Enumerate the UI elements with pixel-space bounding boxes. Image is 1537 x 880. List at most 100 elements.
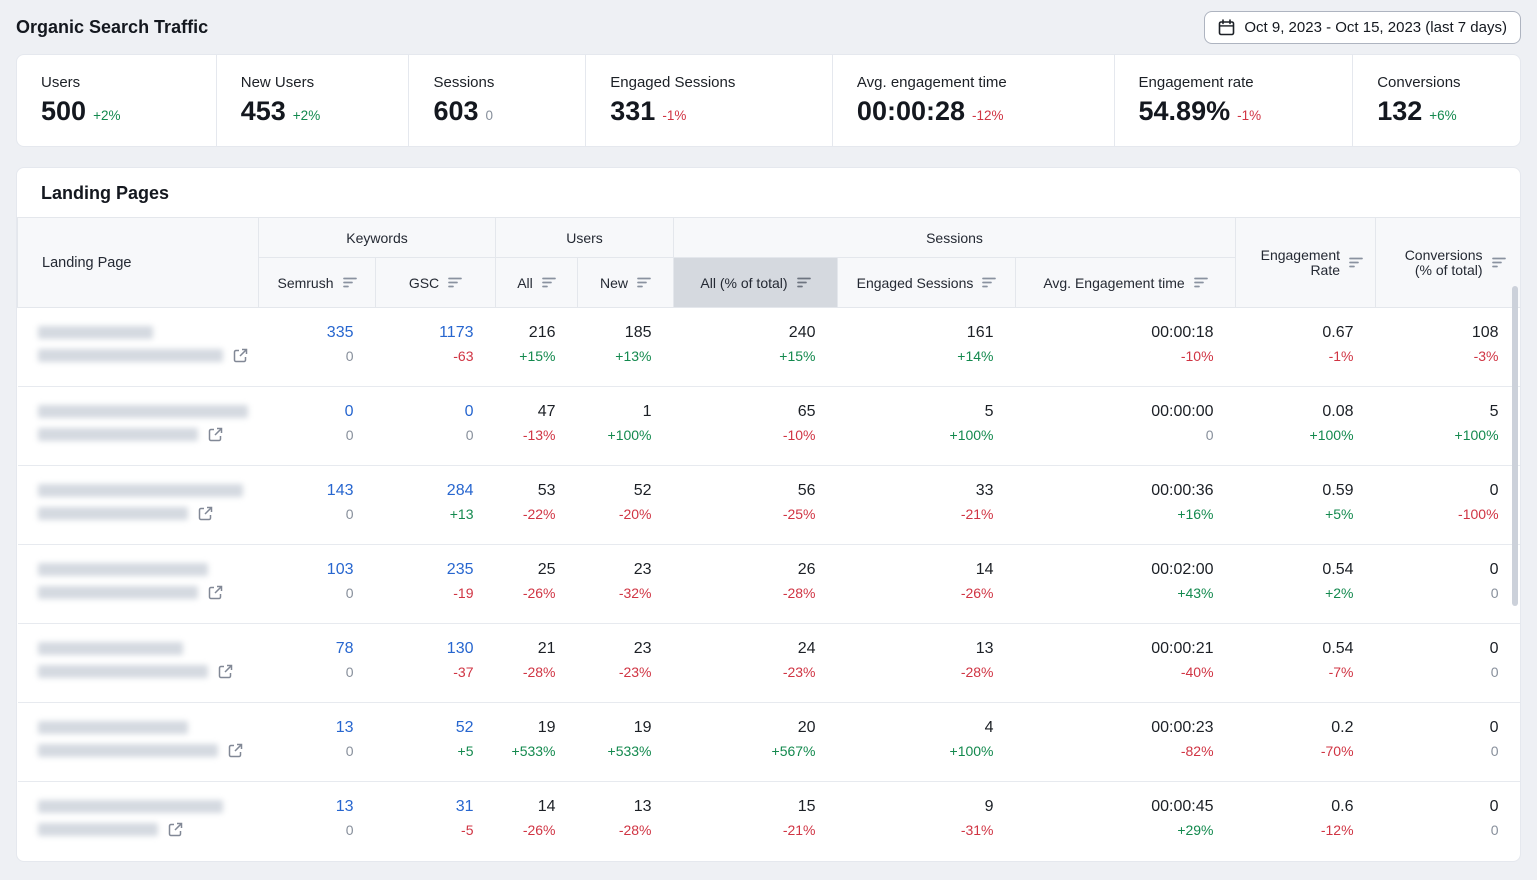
column-header-users-new[interactable]: New [578, 258, 674, 308]
redacted-landing-page-text [38, 563, 208, 576]
cell-all: 216+15% [496, 308, 578, 387]
cell-delta: +43% [1022, 582, 1214, 604]
column-header-engaged-sessions[interactable]: Engaged Sessions [838, 258, 1016, 308]
cell-all-of-total: 56-25% [674, 466, 838, 545]
cell-value: 0.08 [1242, 400, 1354, 424]
cell-delta: -12% [1242, 819, 1354, 841]
external-link-icon[interactable] [233, 348, 248, 363]
cell-value: 26 [680, 558, 816, 582]
cell-engagement-rate: 0.2-70% [1236, 703, 1376, 782]
column-header-gsc[interactable]: GSC [376, 258, 496, 308]
metric-avg-engagement-time: Avg. engagement time00:00:28-12% [832, 55, 1114, 146]
cell-value[interactable]: 13 [265, 795, 354, 819]
top-bar: Organic Search Traffic Oct 9, 2023 - Oct… [16, 0, 1521, 54]
cell-engagement-rate: 0.59+5% [1236, 466, 1376, 545]
cell-value[interactable]: 0 [265, 400, 354, 424]
cell-value[interactable]: 103 [265, 558, 354, 582]
cell-delta: -10% [680, 424, 816, 446]
cell-new: 1+100% [578, 387, 674, 466]
metric-conversions: Conversions132+6% [1352, 55, 1520, 146]
cell-value[interactable]: 130 [382, 637, 474, 661]
cell-delta: -13% [502, 424, 556, 446]
external-link-icon[interactable] [228, 743, 243, 758]
cell-semrush: 1030 [259, 545, 376, 624]
landing-pages-table: Landing Page Keywords Users Sessions Eng… [17, 217, 1521, 861]
cell-gsc: 235-19 [376, 545, 496, 624]
cell-gsc: 1173-63 [376, 308, 496, 387]
cell-value[interactable]: 235 [382, 558, 474, 582]
cell-delta: -26% [502, 582, 556, 604]
cell-value: 56 [680, 479, 816, 503]
cell-value: 240 [680, 321, 816, 345]
cell-value[interactable]: 284 [382, 479, 474, 503]
cell-value[interactable]: 143 [265, 479, 354, 503]
cell-value[interactable]: 78 [265, 637, 354, 661]
cell-delta: +100% [584, 424, 652, 446]
cell-value: 0.54 [1242, 637, 1354, 661]
cell-value[interactable]: 31 [382, 795, 474, 819]
cell-value: 19 [502, 716, 556, 740]
cell-all: 19+533% [496, 703, 578, 782]
cell-value[interactable]: 13 [265, 716, 354, 740]
cell-value: 52 [584, 479, 652, 503]
external-link-icon[interactable] [208, 585, 223, 600]
cell-delta: 0 [265, 424, 354, 446]
cell-value[interactable]: 0 [382, 400, 474, 424]
column-header-avg-engagement-time[interactable]: Avg. Engagement time [1016, 258, 1236, 308]
cell-value: 9 [844, 795, 994, 819]
cell-value: 0 [1382, 795, 1499, 819]
cell-value: 216 [502, 321, 556, 345]
cell-delta: -26% [844, 582, 994, 604]
cell-all: 47-13% [496, 387, 578, 466]
cell-value: 0.54 [1242, 558, 1354, 582]
cell-delta: -82% [1022, 740, 1214, 762]
cell-delta: 0 [265, 740, 354, 762]
cell-value: 00:00:23 [1022, 716, 1214, 740]
redacted-landing-page-text [38, 428, 198, 441]
vertical-scrollbar[interactable] [1512, 286, 1518, 858]
cell-delta: +29% [1022, 819, 1214, 841]
sort-icon [1492, 257, 1506, 268]
column-header-semrush[interactable]: Semrush [259, 258, 376, 308]
column-header-engagement-rate[interactable]: Engagement Rate [1236, 218, 1376, 308]
column-header-conversions[interactable]: Conversions (% of total) [1376, 218, 1521, 308]
external-link-icon[interactable] [208, 427, 223, 442]
sort-icon [542, 277, 556, 288]
metric-delta: 0 [486, 108, 494, 123]
cell-new: 52-20% [578, 466, 674, 545]
column-header-sessions-all-percent[interactable]: All (% of total) [674, 258, 838, 308]
cell-delta: +5% [1242, 503, 1354, 525]
cell-value[interactable]: 52 [382, 716, 474, 740]
metric-delta: -1% [1237, 108, 1261, 123]
external-link-icon[interactable] [168, 822, 183, 837]
column-header-users-all[interactable]: All [496, 258, 578, 308]
cell-value[interactable]: 335 [265, 321, 354, 345]
redacted-landing-page-text [38, 800, 223, 813]
cell-value: 4 [844, 716, 994, 740]
cell-delta: +100% [844, 424, 994, 446]
cell-avg-engagement-time: 00:00:45+29% [1016, 782, 1236, 861]
cell-delta: -31% [844, 819, 994, 841]
cell-value: 161 [844, 321, 994, 345]
cell-value[interactable]: 1173 [382, 321, 474, 345]
cell-value: 185 [584, 321, 652, 345]
external-link-icon[interactable] [218, 664, 233, 679]
cell-semrush: 1430 [259, 466, 376, 545]
cell-delta: -28% [680, 582, 816, 604]
cell-value: 5 [1382, 400, 1499, 424]
external-link-icon[interactable] [198, 506, 213, 521]
cell-delta: -21% [680, 819, 816, 841]
cell-avg-engagement-time: 00:00:36+16% [1016, 466, 1236, 545]
cell-value: 33 [844, 479, 994, 503]
landing-page-row: 1030235-1925-26%23-32%26-28%14-26%00:02:… [18, 545, 1521, 624]
cell-conversions-of-total: 5+100% [1376, 387, 1521, 466]
cell-delta: -28% [844, 661, 994, 683]
landing-pages-card: Landing Pages Landing Page Keywords User… [16, 167, 1521, 862]
cell-gsc: 31-5 [376, 782, 496, 861]
date-range-picker[interactable]: Oct 9, 2023 - Oct 15, 2023 (last 7 days) [1204, 11, 1521, 44]
cell-engaged-sessions: 14-26% [838, 545, 1016, 624]
cell-delta: +15% [680, 345, 816, 367]
sort-icon [1349, 257, 1363, 268]
scrollbar-thumb[interactable] [1512, 286, 1518, 606]
cell-delta: +2% [1242, 582, 1354, 604]
